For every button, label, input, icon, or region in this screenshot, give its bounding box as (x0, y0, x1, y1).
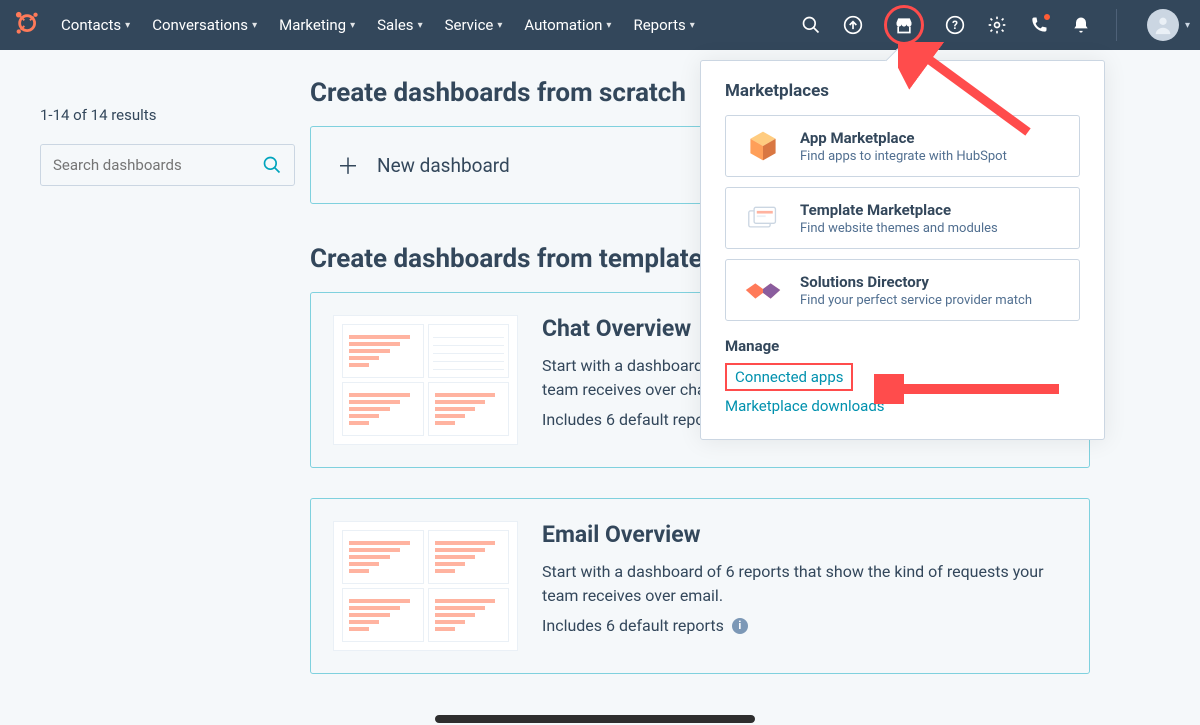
template-title: Email Overview (542, 521, 1067, 548)
top-navbar: Contacts ▾ Conversations ▾ Marketing ▾ Sale… (0, 0, 1200, 50)
chevron-down-icon: ▾ (690, 20, 695, 31)
search-dashboards-input[interactable] (53, 156, 262, 174)
nav-right: ? ▾ (800, 5, 1190, 45)
nav-item-service[interactable]: Service▾ (445, 16, 503, 34)
nav-label: Contacts (61, 16, 121, 34)
marketplace-dropdown: Marketplaces App Marketplace Find apps t… (700, 60, 1105, 440)
nav-label: Marketing (279, 16, 346, 34)
template-thumbnail (333, 521, 518, 651)
chevron-down-icon: ▾ (497, 20, 502, 31)
chevron-down-icon: ▾ (125, 20, 130, 31)
dropdown-card-title: Template Marketplace (800, 201, 998, 219)
notifications-icon[interactable] (1070, 14, 1092, 36)
template-card-body: Email Overview Start with a dashboard of… (542, 521, 1067, 651)
chevron-down-icon: ▾ (1185, 20, 1190, 31)
dropdown-card-desc: Find apps to integrate with HubSpot (800, 149, 1007, 164)
horizontal-scrollbar[interactable] (435, 715, 755, 723)
dropdown-manage-heading: Manage (725, 337, 1080, 355)
nav-label: Reports (633, 16, 685, 34)
chevron-down-icon: ▾ (606, 20, 611, 31)
template-card-email-overview[interactable]: Email Overview Start with a dashboard of… (310, 498, 1090, 674)
avatar-icon (1147, 9, 1179, 41)
help-icon[interactable]: ? (944, 14, 966, 36)
nav-item-contacts[interactable]: Contacts ▾ (61, 16, 130, 34)
dropdown-card-solutions-directory[interactable]: Solutions Directory Find your perfect se… (725, 259, 1080, 321)
dropdown-link-marketplace-downloads[interactable]: Marketplace downloads (725, 395, 1080, 417)
dropdown-card-desc: Find your perfect service provider match (800, 293, 1032, 308)
hubspot-logo-icon[interactable] (15, 11, 43, 39)
handshake-icon (742, 272, 784, 308)
dropdown-card-desc: Find website themes and modules (800, 221, 998, 236)
dropdown-card-template-marketplace[interactable]: Template Marketplace Find website themes… (725, 187, 1080, 249)
template-thumbnail (333, 315, 518, 445)
chevron-down-icon: ▾ (350, 20, 355, 31)
dropdown-card-title: Solutions Directory (800, 273, 1032, 291)
templates-icon (742, 200, 784, 236)
new-dashboard-label: New dashboard (377, 154, 510, 177)
chevron-down-icon: ▾ (252, 20, 257, 31)
dropdown-card-title: App Marketplace (800, 129, 1007, 147)
svg-text:?: ? (952, 18, 958, 32)
template-meta-text: Includes 6 default reports (542, 616, 724, 635)
notification-dot-icon (1042, 12, 1052, 22)
nav-label: Automation (524, 16, 602, 34)
template-meta-text: Includes 6 default reports (542, 410, 724, 429)
dropdown-card-app-marketplace[interactable]: App Marketplace Find apps to integrate w… (725, 115, 1080, 177)
settings-icon[interactable] (986, 14, 1008, 36)
marketplace-icon[interactable] (884, 5, 924, 45)
result-count: 1-14 of 14 results (40, 106, 290, 124)
dropdown-link-connected-apps[interactable]: Connected apps (725, 363, 853, 391)
upgrade-icon[interactable] (842, 14, 864, 36)
search-dashboards-field[interactable] (40, 144, 295, 186)
chevron-down-icon: ▾ (418, 20, 423, 31)
nav-label: Sales (377, 16, 413, 34)
search-icon (262, 155, 282, 175)
nav-item-conversations[interactable]: Conversations ▾ (152, 16, 257, 34)
calling-icon[interactable] (1028, 14, 1050, 36)
dropdown-heading: Marketplaces (725, 81, 1080, 101)
box-icon (742, 128, 784, 164)
nav-label: Service (445, 16, 494, 34)
sidebar: 1-14 of 14 results (20, 78, 310, 704)
nav-label: Conversations (152, 16, 248, 34)
account-menu[interactable]: ▾ (1116, 9, 1190, 41)
nav-item-automation[interactable]: Automation ▾ (524, 16, 611, 34)
nav-item-sales[interactable]: Sales ▾ (377, 16, 422, 34)
nav-items: Contacts ▾ Conversations ▾ Marketing ▾ Sale… (61, 16, 695, 34)
plus-icon: ＋ (337, 149, 359, 181)
nav-item-reports[interactable]: Reports ▾ (633, 16, 694, 34)
template-meta: Includes 6 default reports i (542, 616, 1067, 635)
info-icon[interactable]: i (732, 618, 748, 634)
template-desc: Start with a dashboard of 6 reports that… (542, 560, 1067, 608)
search-icon[interactable] (800, 14, 822, 36)
nav-item-marketing[interactable]: Marketing ▾ (279, 16, 355, 34)
